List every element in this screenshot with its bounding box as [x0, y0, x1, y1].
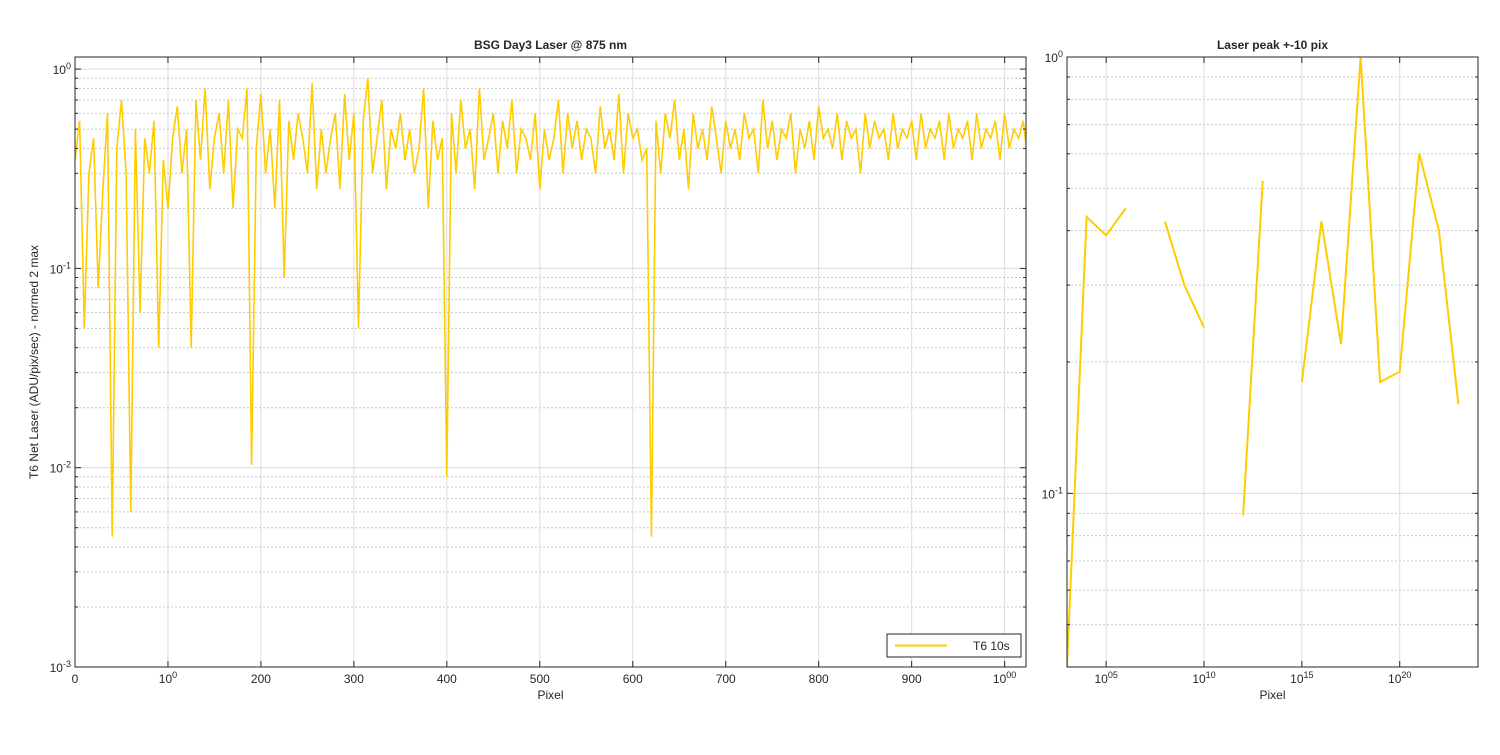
x-tick-label: 1005 — [1094, 670, 1117, 686]
x-tick-label: 700 — [716, 672, 736, 686]
main-chart-title: BSG Day3 Laser @ 875 nm — [474, 38, 627, 52]
x-tick-label: 0 — [72, 672, 79, 686]
y-tick-label: 100 — [1045, 49, 1063, 65]
x-tick-label: 1015 — [1290, 670, 1313, 686]
x-tick-label: 600 — [623, 672, 643, 686]
x-tick-label: 900 — [902, 672, 922, 686]
y-tick-label: 10-3 — [50, 659, 71, 675]
zoom-chart-title: Laser peak +-10 pix — [1217, 38, 1328, 52]
chart-main: 10-310-210-11000 100 200 300 400 500 600 700 800… — [27, 38, 1027, 702]
y-tick-label: 10-1 — [50, 260, 71, 276]
y-tick-label: 10-2 — [50, 460, 71, 476]
chart-zoom: 10-1 100 1005 1010 1015 1020 Laser peak +-10 … — [1042, 38, 1479, 702]
x-tick-label: 200 — [251, 672, 271, 686]
x-tick-label: 1020 — [1388, 670, 1411, 686]
x-tick-label: 300 — [344, 672, 364, 686]
y-tick-label: 10-1 — [1042, 485, 1063, 501]
x-tick-label: 500 — [530, 672, 550, 686]
x-tick-label: 100 — [159, 670, 177, 686]
figure: 10-3 10-2 10-1 100 0 100 200 300 400 500 600 700 800… — [0, 0, 1500, 750]
zoom-x-axis-label: Pixel — [1259, 688, 1285, 702]
x-tick-label: 1010 — [1192, 670, 1215, 686]
main-y-axis-label: T6 Net Laser (ADU/pix/sec) - normed 2 ma… — [27, 245, 41, 479]
legend: T6 10s — [886, 633, 1022, 658]
main-x-axis-label: Pixel — [537, 688, 563, 702]
legend-entry-label: T6 10s — [973, 639, 1010, 653]
x-tick-label: 400 — [437, 672, 457, 686]
y-tick-label: 100 — [53, 61, 71, 77]
x-tick-label: 800 — [809, 672, 829, 686]
x-tick-label: 1000 — [993, 670, 1016, 686]
figure-svg: 10-310-210-11000 100 200 300 400 500 600 700 800… — [27, 38, 1479, 702]
